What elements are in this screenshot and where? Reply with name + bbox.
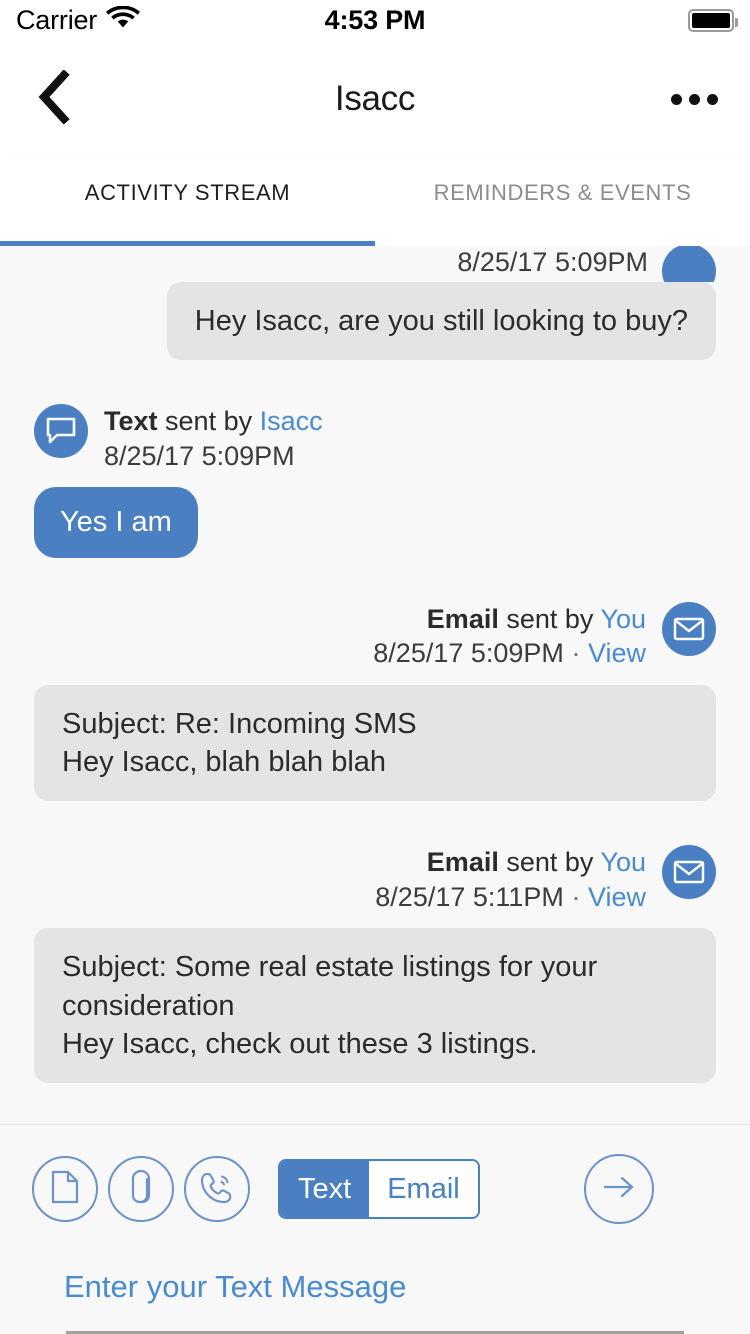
message-sender-line: Email sent by You bbox=[373, 602, 646, 637]
view-email-link[interactable]: View bbox=[588, 882, 646, 912]
document-button[interactable] bbox=[32, 1156, 98, 1222]
email-body: Hey Isacc, check out these 3 listings. bbox=[62, 1027, 538, 1060]
battery-full-icon bbox=[688, 8, 738, 32]
message-sender-line: Email sent by You bbox=[375, 845, 646, 880]
message-sender-line: Text sent by Isacc bbox=[104, 404, 323, 439]
sent-by-label: sent by bbox=[506, 847, 594, 878]
meta-separator: · bbox=[571, 638, 581, 669]
tab-reminders-events[interactable]: REMINDERS & EVENTS bbox=[375, 158, 750, 246]
message-bubble: Subject: Some real estate listings for y… bbox=[34, 928, 716, 1084]
message-meta: Text sent by Isacc 8/25/17 5:09PM bbox=[104, 404, 323, 473]
sent-by-label: sent by bbox=[506, 603, 594, 634]
status-bar: Carrier 4:53 PM bbox=[0, 0, 750, 40]
message-kind: Email bbox=[426, 847, 499, 878]
tab-reminders-events-label: REMINDERS & EVENTS bbox=[433, 180, 692, 205]
message-body-email-2: Subject: Some real estate listings for y… bbox=[0, 928, 750, 1084]
email-subject: Subject: Re: Incoming SMS bbox=[62, 707, 417, 740]
message-sender-link[interactable]: You bbox=[600, 604, 646, 634]
message-kind: Text bbox=[104, 406, 158, 437]
clipped-message-body-row: Hey Isacc, are you still looking to buy? bbox=[0, 282, 750, 361]
phone-call-icon bbox=[200, 1170, 234, 1209]
mode-email-option[interactable]: Email bbox=[369, 1161, 478, 1217]
tab-bar: ACTIVITY STREAM REMINDERS & EVENTS bbox=[0, 158, 750, 246]
mode-text-option[interactable]: Text bbox=[280, 1161, 370, 1217]
message-timestamp: 8/25/17 5:11PM bbox=[375, 881, 564, 912]
tab-activity-stream[interactable]: ACTIVITY STREAM bbox=[0, 158, 375, 246]
message-header-email-2: Email sent by You 8/25/17 5:11PM · View bbox=[0, 845, 750, 914]
message-bubble: Subject: Re: Incoming SMS Hey Isacc, bla… bbox=[34, 684, 716, 802]
email-subject: Subject: Some real estate listings for y… bbox=[62, 951, 598, 1022]
chat-bubble-icon bbox=[662, 246, 716, 282]
view-email-link[interactable]: View bbox=[588, 638, 646, 668]
chat-bubble-icon bbox=[34, 404, 88, 459]
back-button[interactable] bbox=[26, 68, 82, 129]
message-bubble: Yes I am bbox=[34, 487, 198, 558]
arrow-right-icon bbox=[599, 1173, 639, 1206]
message-timestamp-row: 8/25/17 5:11PM · View bbox=[375, 880, 646, 915]
message-meta: Email sent by You 8/25/17 5:09PM · View bbox=[373, 602, 646, 671]
page-title: Isacc bbox=[334, 79, 416, 118]
message-header-email-1: Email sent by You 8/25/17 5:09PM · View bbox=[0, 601, 750, 671]
message-input-area bbox=[32, 1227, 718, 1334]
message-sender-link[interactable]: Isacc bbox=[260, 406, 323, 436]
composer: Text Email bbox=[0, 1124, 750, 1334]
attachment-button[interactable] bbox=[108, 1156, 174, 1222]
composer-tools bbox=[32, 1156, 250, 1222]
message-input[interactable] bbox=[64, 1269, 686, 1331]
composer-toolbar: Text Email bbox=[32, 1151, 718, 1227]
envelope-icon bbox=[662, 845, 716, 900]
paperclip-icon bbox=[128, 1168, 154, 1211]
meta-separator: · bbox=[571, 881, 581, 912]
sent-by-label: sent by bbox=[165, 406, 253, 437]
call-button[interactable] bbox=[184, 1156, 250, 1222]
message-timestamp-row: 8/25/17 5:09PM · View bbox=[373, 636, 646, 671]
message-timestamp: 8/25/17 5:09PM bbox=[104, 440, 295, 471]
document-icon bbox=[50, 1170, 80, 1209]
app-screen: Carrier 4:53 PM Isacc ACTIVITY STREAM RE… bbox=[0, 0, 750, 1334]
status-time: 4:53 PM bbox=[324, 4, 426, 35]
message-mode-toggle[interactable]: Text Email bbox=[278, 1159, 480, 1219]
message-body-text: Yes I am bbox=[0, 487, 750, 558]
more-options-button[interactable] bbox=[665, 80, 724, 119]
more-horizontal-icon-dot3 bbox=[707, 93, 718, 105]
status-bar-right bbox=[688, 8, 738, 32]
message-bubble: Hey Isacc, are you still looking to buy? bbox=[166, 282, 716, 361]
message-header-text: Text sent by Isacc 8/25/17 5:09PM bbox=[0, 404, 750, 473]
message-meta: Email sent by You 8/25/17 5:11PM · View bbox=[375, 845, 646, 914]
email-body: Hey Isacc, blah blah blah bbox=[62, 745, 387, 778]
chevron-left-icon bbox=[37, 68, 71, 129]
message-kind: Email bbox=[426, 603, 499, 634]
more-horizontal-icon bbox=[671, 93, 682, 105]
tab-activity-stream-label: ACTIVITY STREAM bbox=[84, 180, 291, 205]
message-body-email-1: Subject: Re: Incoming SMS Hey Isacc, bla… bbox=[0, 684, 750, 802]
nav-bar: Isacc bbox=[0, 40, 750, 158]
clipped-message-header: 8/25/17 5:09PM bbox=[0, 246, 750, 282]
message-sender-link[interactable]: You bbox=[600, 847, 646, 877]
activity-stream[interactable]: 8/25/17 5:09PM Hey Isacc, are you still … bbox=[0, 246, 750, 1124]
message-timestamp: 8/25/17 5:09PM bbox=[373, 638, 564, 669]
send-button[interactable] bbox=[584, 1154, 654, 1224]
envelope-icon bbox=[662, 601, 716, 656]
clipped-message-timestamp: 8/25/17 5:09PM bbox=[457, 247, 648, 277]
more-horizontal-icon-dot2 bbox=[689, 93, 700, 105]
